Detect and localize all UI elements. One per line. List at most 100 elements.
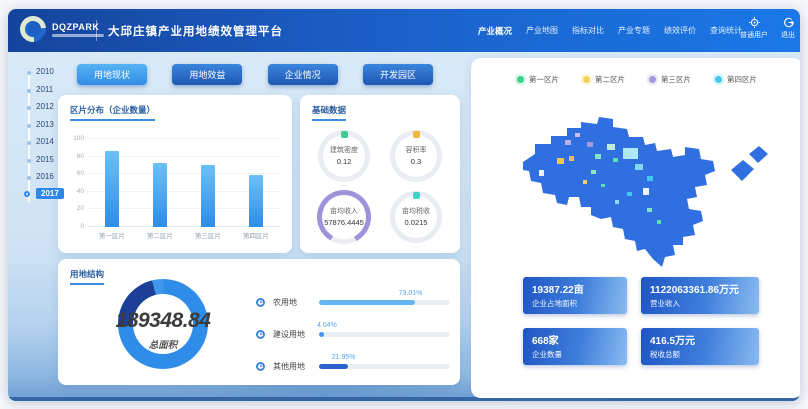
percent-label: 73.01% [399,290,423,297]
bar-district-3 [201,165,215,227]
bar-slot: 第二区片 [136,139,184,227]
tab-development-zone[interactable]: 开发园区 [363,64,433,85]
gauge-marker [413,192,420,199]
map-legend: 第一区片 第二区片 第三区片 第四区片 [471,74,800,85]
gauge-plot-ratio: 容积率 0.3 [380,125,452,186]
gear-icon [737,17,771,28]
tab-bar: 用地现状 用地效益 企业情况 开发园区 [77,64,433,85]
percent-label: 21.95% [332,354,356,361]
gauge-marker [413,131,420,138]
radio-dot-icon [256,362,265,371]
district-chart-title: 区片分布（企业数量） [70,104,155,121]
gauge-building-density: 建筑密度 0.12 [308,125,380,186]
legend-district-3[interactable]: 第三区片 [649,74,691,85]
user-menu[interactable]: 普通用户 [737,17,771,40]
gauge-tax-per-mu: 亩均税收 0.0215 [380,186,452,247]
timeline-dot [27,176,31,180]
timeline-dot-selected [24,191,30,197]
detached-parcel-1 [731,160,754,181]
land-structure-rows: 农用地 73.01% 建设用地 4.04% 其他用地 21.95% [256,293,450,389]
main-nav: 产业概况 产业地图 指标对比 产业专题 绩效评价 查询统计 [478,9,742,52]
progress-track: 4.04% [319,332,450,337]
summary-stats: 19387.22亩 企业占地面积 1122063361.86万元 营业收入 66… [523,277,759,365]
town-boundary-shape [523,117,715,267]
nav-item-compare[interactable]: 指标对比 [572,25,604,36]
progress-fill [319,332,324,337]
timeline-year-2013[interactable]: 2013 [18,120,66,134]
timeline-dot [27,106,31,110]
progress-track: 21.95% [319,364,450,369]
app-window: DQZPARK 大邱庄镇产业用地绩效管理平台 产业概况 产业地图 指标对比 产业… [8,9,800,401]
timeline-dot [27,71,31,75]
basic-data-title: 基础数据 [312,104,346,121]
basic-data-card: 基础数据 建筑密度 0.12 容积率 0.3 亩均收入 57876.4445 亩 [300,95,460,253]
y-tick: 40 [66,188,84,195]
legend-dot-icon [517,76,524,83]
y-tick: 80 [66,153,84,160]
bar-slot: 第一区片 [88,139,136,227]
tab-enterprise[interactable]: 企业情况 [268,64,338,85]
parcel-map[interactable] [495,100,779,272]
timeline-dot [27,124,31,128]
tab-land-benefit[interactable]: 用地效益 [172,64,242,85]
x-label: 第一区片 [88,230,136,240]
timeline-year-2014[interactable]: 2014 [18,137,66,151]
bar-district-4 [249,175,263,227]
legend-district-1[interactable]: 第一区片 [517,74,559,85]
stat-enterprise-count: 668家 企业数量 [523,328,627,365]
page-title: 大邱庄镇产业用地绩效管理平台 [108,23,283,39]
x-label: 第三区片 [184,230,232,240]
timeline-year-2010[interactable]: 2010 [18,67,66,81]
header-divider [96,20,97,41]
land-structure-card: 用地结构 189348.84 总面积 农用地 73.01% 建设用地 4.04%… [58,259,460,385]
logout-label: 退出 [771,30,800,40]
legend-district-2[interactable]: 第二区片 [583,74,625,85]
district-bar-chart: 0 20 40 60 80 100 第一区片 第二区片 第三区片 第四区片 [88,139,280,227]
nav-item-topics[interactable]: 产业专题 [618,25,650,36]
header: DQZPARK 大邱庄镇产业用地绩效管理平台 产业概况 产业地图 指标对比 产业… [8,9,800,52]
land-row-other: 其他用地 21.95% [256,357,450,375]
y-tick: 0 [66,223,84,230]
timeline-year-2011[interactable]: 2011 [18,85,66,99]
legend-district-4[interactable]: 第四区片 [715,74,757,85]
nav-item-evaluation[interactable]: 绩效评价 [664,25,696,36]
y-tick: 100 [66,135,84,142]
x-label: 第四区片 [232,230,280,240]
logo-crescent-icon [15,11,52,48]
legend-dot-icon [715,76,722,83]
logo: DQZPARK [20,16,104,42]
kpi-gauges: 建筑密度 0.12 容积率 0.3 亩均收入 57876.4445 亩均税收 0… [308,125,452,247]
legend-dot-icon [583,76,590,83]
timeline-year-2012[interactable]: 2012 [18,102,66,116]
timeline-year-2015[interactable]: 2015 [18,155,66,169]
stat-revenue: 1122063361.86万元 营业收入 [641,277,759,314]
land-row-construction: 建设用地 4.04% [256,325,450,343]
tab-land-status[interactable]: 用地现状 [77,64,147,85]
progress-fill [319,364,348,369]
timeline-year-2016[interactable]: 2016 [18,172,66,186]
y-tick: 20 [66,205,84,212]
logout-icon [771,17,800,28]
detached-parcel-2 [749,146,768,163]
nav-item-map[interactable]: 产业地图 [526,25,558,36]
stat-total-tax: 416.5万元 税收总额 [641,328,759,365]
land-structure-title: 用地结构 [70,268,104,285]
logout-button[interactable]: 退出 [771,17,800,40]
y-tick: 60 [66,170,84,177]
gauge-income-per-mu: 亩均收入 57876.4445 [308,186,380,247]
timeline-year-2017[interactable]: 2017 [18,190,66,204]
bar-slot: 第三区片 [184,139,232,227]
progress-track: 73.01% [319,300,450,305]
progress-fill [319,300,415,305]
bar-slot: 第四区片 [232,139,280,227]
user-role-label: 普通用户 [737,30,771,40]
bar-district-2 [153,163,167,227]
district-map-panel: 第一区片 第二区片 第三区片 第四区片 [471,58,800,398]
legend-dot-icon [649,76,656,83]
percent-label: 4.04% [317,322,337,329]
year-timeline: 2010 2011 2012 2013 2014 2015 2016 2017 [18,67,66,217]
timeline-dot [27,159,31,163]
nav-item-overview[interactable]: 产业概况 [478,25,512,37]
total-area-label: 总面积 [70,337,256,351]
stat-enterprise-area: 19387.22亩 企业占地面积 [523,277,627,314]
